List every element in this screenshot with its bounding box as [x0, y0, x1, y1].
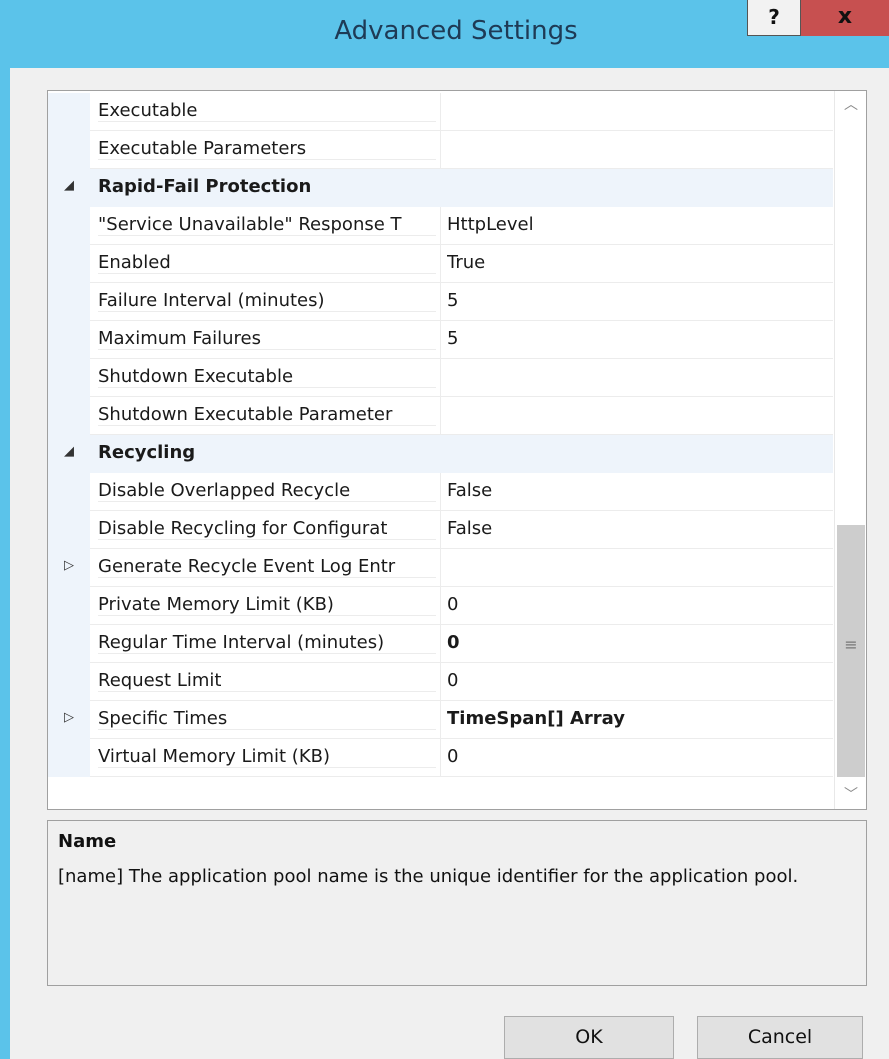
row-gutter [48, 511, 90, 549]
row-gutter [48, 739, 90, 777]
category-row[interactable]: ◢ Recycling [48, 435, 833, 473]
help-button[interactable]: ? [747, 0, 801, 36]
expand-icon[interactable]: ▷ [64, 710, 74, 725]
property-name: Maximum Failures [98, 328, 436, 350]
property-row[interactable]: Executable [48, 93, 833, 131]
property-value[interactable]: 0 [447, 632, 827, 653]
property-name: "Service Unavailable" Response T [98, 214, 436, 236]
ok-button[interactable]: OK [504, 1016, 674, 1059]
property-value[interactable]: False [447, 518, 827, 539]
property-name: Executable Parameters [98, 138, 436, 160]
close-button[interactable]: x [801, 0, 889, 36]
title-bar: Advanced Settings ? x [0, 0, 889, 68]
description-title: Name [58, 831, 117, 852]
property-row[interactable]: Disable Recycling for Configurat False [48, 511, 833, 549]
row-gutter [48, 207, 90, 245]
property-value[interactable]: True [447, 252, 827, 273]
category-row[interactable]: ◢ Rapid-Fail Protection [48, 169, 833, 207]
property-name: Shutdown Executable [98, 366, 436, 388]
property-name: Disable Overlapped Recycle [98, 480, 436, 502]
row-gutter: ◢ [48, 435, 90, 473]
row-gutter [48, 625, 90, 663]
property-row[interactable]: Failure Interval (minutes) 5 [48, 283, 833, 321]
property-name: Enabled [98, 252, 436, 274]
property-row[interactable]: "Service Unavailable" Response T HttpLeve… [48, 207, 833, 245]
property-row[interactable]: Virtual Memory Limit (KB) 0 [48, 739, 833, 777]
row-gutter [48, 131, 90, 169]
row-gutter: ◢ [48, 169, 90, 207]
description-panel: Name [name] The application pool name is… [47, 820, 867, 986]
property-name: Disable Recycling for Configurat [98, 518, 436, 540]
property-name: Request Limit [98, 670, 436, 692]
expand-icon[interactable]: ▷ [64, 558, 74, 573]
property-row[interactable]: Request Limit 0 [48, 663, 833, 701]
grip-icon: ≡ [844, 635, 858, 654]
property-row[interactable]: ▷ Generate Recycle Event Log Entr [48, 549, 833, 587]
row-gutter [48, 283, 90, 321]
row-gutter [48, 93, 90, 131]
property-name: Generate Recycle Event Log Entr [98, 556, 436, 578]
scrollbar-thumb[interactable]: ≡ [837, 525, 865, 777]
property-row[interactable]: Enabled True [48, 245, 833, 283]
row-gutter [48, 359, 90, 397]
property-value[interactable]: 0 [447, 594, 827, 615]
chevron-down-icon[interactable]: ﹀ [835, 781, 866, 809]
property-value[interactable]: TimeSpan[] Array [447, 708, 827, 729]
property-name: Virtual Memory Limit (KB) [98, 746, 436, 768]
property-value[interactable]: 5 [447, 290, 827, 311]
property-row[interactable]: Shutdown Executable Parameter [48, 397, 833, 435]
property-value[interactable]: 5 [447, 328, 827, 349]
property-row[interactable]: Regular Time Interval (minutes) 0 [48, 625, 833, 663]
row-gutter [48, 397, 90, 435]
category-label: Rapid-Fail Protection [98, 176, 312, 197]
property-name: Private Memory Limit (KB) [98, 594, 436, 616]
row-gutter [48, 587, 90, 625]
cancel-button[interactable]: Cancel [697, 1016, 863, 1059]
property-name: Shutdown Executable Parameter [98, 404, 436, 426]
property-row[interactable]: Shutdown Executable [48, 359, 833, 397]
property-name: Regular Time Interval (minutes) [98, 632, 436, 654]
vertical-scrollbar[interactable]: ︿ ≡ ﹀ [834, 91, 866, 809]
property-value[interactable]: False [447, 480, 827, 501]
property-value[interactable]: 0 [447, 670, 827, 691]
row-gutter [48, 245, 90, 283]
row-gutter [48, 321, 90, 359]
row-gutter: ▷ [48, 549, 90, 587]
row-gutter [48, 663, 90, 701]
collapse-icon[interactable]: ◢ [64, 178, 74, 193]
property-grid[interactable]: Executable Executable Parameters ◢ Rapid-Fa… [47, 90, 867, 810]
row-gutter [48, 473, 90, 511]
property-value[interactable]: 0 [447, 746, 827, 767]
description-text: [name] The application pool name is the … [58, 866, 799, 887]
property-row[interactable]: Private Memory Limit (KB) 0 [48, 587, 833, 625]
chevron-up-icon[interactable]: ︿ [835, 91, 866, 119]
property-value[interactable]: HttpLevel [447, 214, 827, 235]
property-row[interactable]: ▷ Specific Times TimeSpan[] Array [48, 701, 833, 739]
property-row[interactable]: Executable Parameters [48, 131, 833, 169]
row-gutter: ▷ [48, 701, 90, 739]
category-label: Recycling [98, 442, 196, 463]
property-name: Failure Interval (minutes) [98, 290, 436, 312]
collapse-icon[interactable]: ◢ [64, 444, 74, 459]
property-name: Specific Times [98, 708, 436, 730]
property-row[interactable]: Disable Overlapped Recycle False [48, 473, 833, 511]
property-name: Executable [98, 100, 436, 122]
property-row[interactable]: Maximum Failures 5 [48, 321, 833, 359]
